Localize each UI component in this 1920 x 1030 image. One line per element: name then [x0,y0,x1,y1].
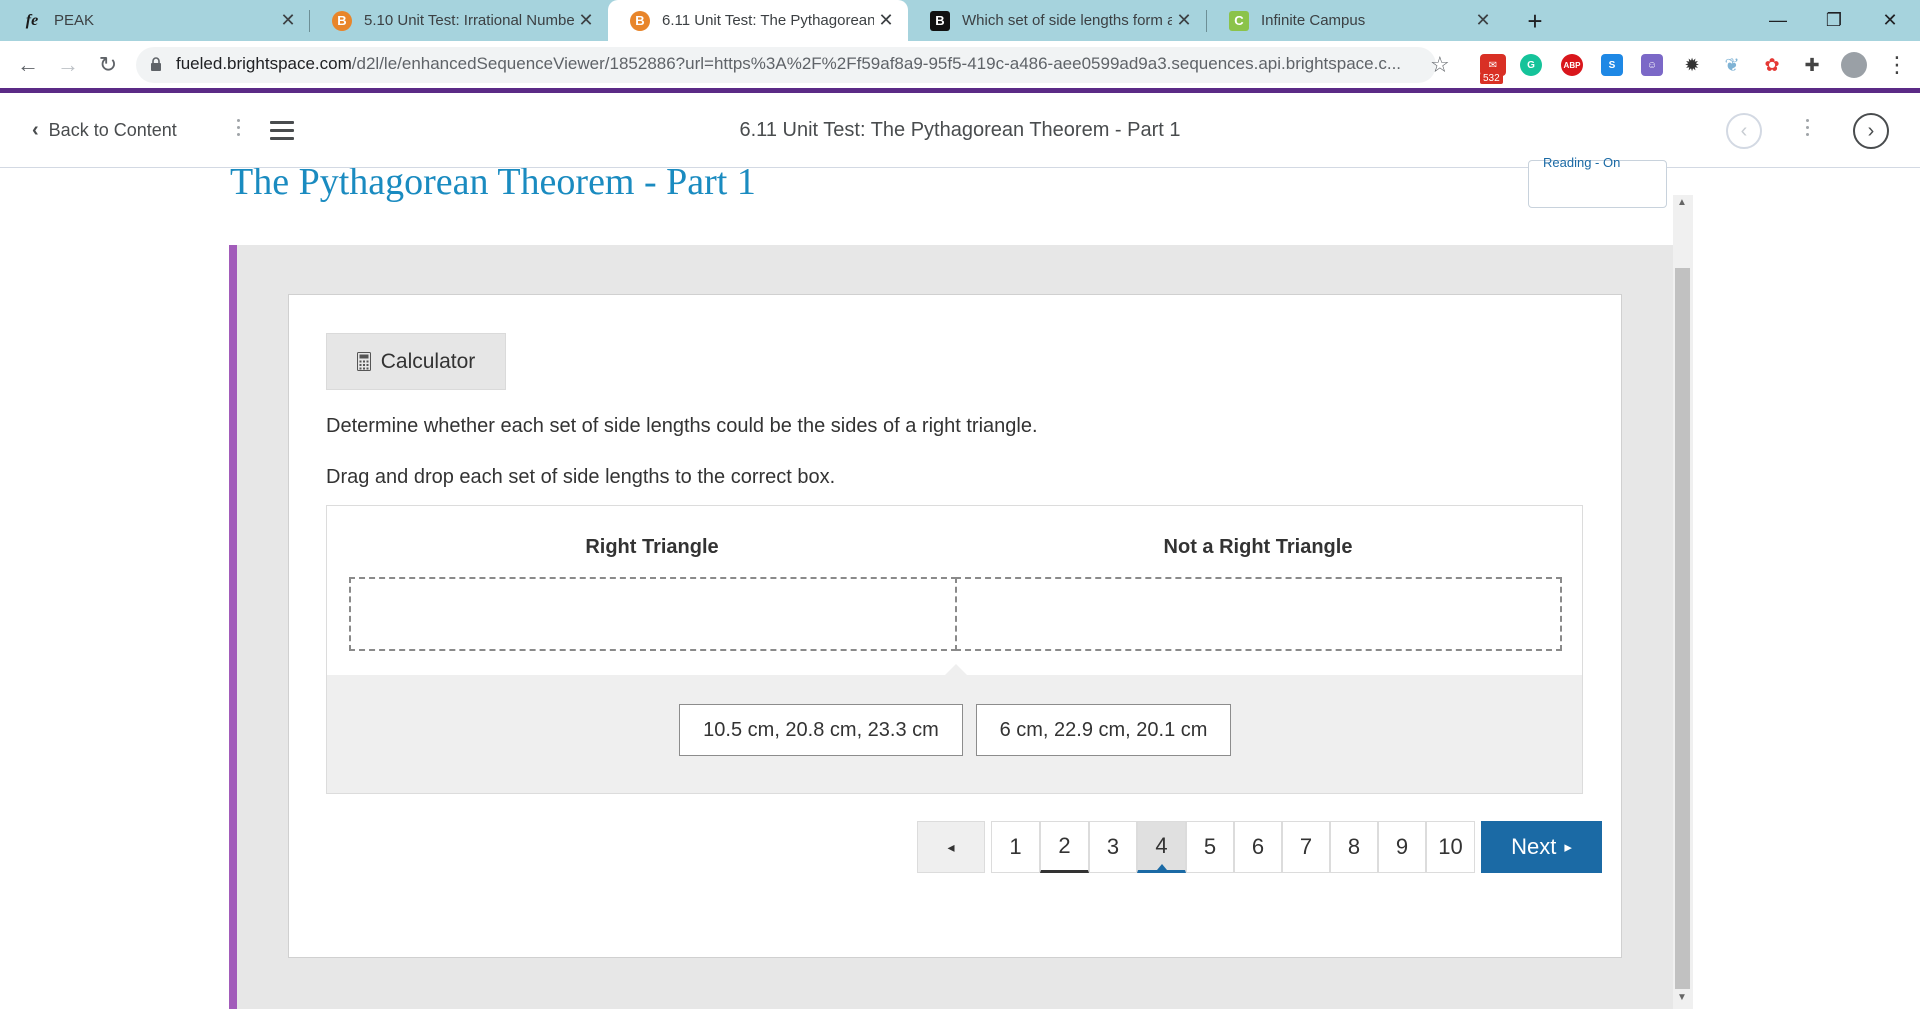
url-path: /d2l/le/enhancedSequenceViewer/1852886?u… [351,54,1402,73]
side-lengths-chip[interactable]: 6 cm, 22.9 cm, 20.1 cm [976,704,1231,756]
brightspace-icon: B [630,10,650,31]
tab-title: Which set of side lengths form a [962,12,1172,29]
next-topic-icon[interactable]: › [1853,113,1889,149]
tab-irrational-numbers[interactable]: B 5.10 Unit Test: Irrational Numbers ✕ [310,0,608,41]
scroll-down-icon[interactable]: ▼ [1677,992,1687,1003]
lesson-heading: The Pythagorean Theorem - Part 1 [230,168,756,203]
page-button-8[interactable]: 8 [1330,821,1378,873]
grammarly-icon[interactable]: G [1520,54,1542,76]
tab-pythagorean-active[interactable]: B 6.11 Unit Test: The Pythagorean T ✕ [608,0,908,41]
close-icon[interactable]: ✕ [574,10,598,31]
tray-pointer [944,664,968,676]
accent-stripe [229,245,237,1009]
tab-peak[interactable]: fe PEAK ✕ [0,0,310,41]
new-tab-icon[interactable]: + [1518,4,1552,38]
previous-question-button[interactable]: ◂ [917,821,985,873]
puzzle-extensions-icon[interactable]: ✚ [1801,54,1823,76]
maximize-icon[interactable]: ❐ [1806,0,1862,40]
page-button-4-current[interactable]: 4 [1137,821,1186,873]
leaf-extension-icon[interactable]: ❦ [1721,54,1743,76]
tab-title: 5.10 Unit Test: Irrational Numbers [364,12,574,29]
reading-toggle[interactable]: Reading - On [1528,155,1667,208]
previous-topic-icon[interactable]: ‹ [1726,113,1762,149]
not-right-triangle-dropzone[interactable] [955,577,1562,651]
browser-menu-icon[interactable]: ⋮ [1886,52,1908,78]
url-text[interactable]: fueled.brightspace.com/d2l/le/enhancedSe… [176,54,1401,74]
page-button-9[interactable]: 9 [1378,821,1426,873]
page-button-3[interactable]: 3 [1089,821,1137,873]
flower-extension-icon[interactable]: ✿ [1761,54,1783,76]
close-icon[interactable]: ✕ [1471,10,1495,31]
tab-infinite-campus[interactable]: C Infinite Campus ✕ [1207,0,1505,41]
back-arrow-icon[interactable]: ← [12,49,44,81]
tab-side-lengths[interactable]: B Which set of side lengths form a ✕ [908,0,1206,41]
window-close-icon[interactable]: ✕ [1862,0,1918,40]
adblock-plus-icon[interactable]: ABP [1561,54,1583,76]
forward-arrow-icon[interactable]: → [52,49,84,81]
close-icon[interactable]: ✕ [276,10,300,31]
lock-icon [151,57,161,71]
drag-instruction: Drag and drop each set of side lengths t… [326,466,836,488]
caret-right-icon: ▸ [1564,839,1572,856]
brainly-favicon: B [930,10,950,31]
tab-title: Infinite Campus [1261,12,1366,29]
not-right-triangle-heading: Not a Right Triangle [1163,536,1353,558]
infinite-campus-favicon: C [1229,10,1249,31]
bug-extension-icon[interactable]: ✹ [1681,54,1703,76]
url-host: fueled.brightspace.com [176,54,352,73]
page-button-5[interactable]: 5 [1186,821,1234,873]
calculator-label: Calculator [380,349,476,373]
close-icon[interactable]: ✕ [874,10,898,31]
s-extension-icon[interactable]: S [1601,54,1623,76]
calculator-button[interactable]: Calculator [326,333,506,390]
reading-label: Reading - On [1543,155,1621,170]
profile-avatar[interactable] [1841,52,1867,78]
right-triangle-dropzone[interactable] [349,577,957,651]
bookmark-star-icon[interactable]: ☆ [1430,52,1450,78]
people-extension-icon[interactable]: ☺ [1641,54,1663,76]
close-icon[interactable]: ✕ [1172,10,1196,31]
brightspace-icon: B [332,10,352,31]
gmail-badge: 532 [1480,73,1503,84]
right-triangle-heading: Right Triangle [585,536,719,558]
scrollbar-thumb[interactable] [1675,268,1690,989]
minimize-icon[interactable]: — [1750,0,1806,40]
question-instruction: Determine whether each set of side lengt… [326,415,1038,437]
peak-favicon: fe [25,11,39,29]
page-button-10[interactable]: 10 [1426,821,1475,873]
next-button[interactable]: Next ▸ [1481,821,1602,873]
page-button-6[interactable]: 6 [1234,821,1282,873]
next-label: Next [1511,834,1557,859]
page-button-7[interactable]: 7 [1282,821,1330,873]
scroll-up-icon[interactable]: ▲ [1677,197,1687,208]
page-title: 6.11 Unit Test: The Pythagorean Theorem … [739,119,1181,141]
divider-dots [1806,115,1810,140]
reload-icon[interactable]: ↻ [92,49,124,81]
side-lengths-chip[interactable]: 10.5 cm, 20.8 cm, 23.3 cm [679,704,963,756]
page-button-1[interactable]: 1 [991,821,1040,873]
tab-title: 6.11 Unit Test: The Pythagorean T [662,12,874,29]
calculator-icon [356,352,371,371]
tab-title: PEAK [54,12,95,29]
page-button-2[interactable]: 2 [1040,821,1089,873]
